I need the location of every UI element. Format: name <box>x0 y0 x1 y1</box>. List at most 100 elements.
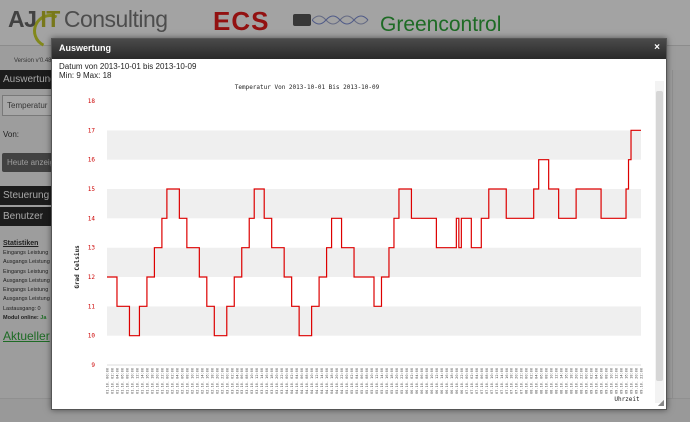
x-tick-label: 04.10. 08:00 <box>305 368 309 394</box>
grid-band <box>107 306 641 336</box>
resize-handle-icon[interactable]: ◢ <box>658 398 664 407</box>
chart-title: Temperatur Von 2013-10-01 Bis 2013-10-09 <box>235 84 380 91</box>
x-tick-label: 06.10. 02:00 <box>410 368 414 394</box>
x-tick-label: 02.10. 00:00 <box>165 368 169 394</box>
chart-svg: 9101112131415161718 01.10. 00:00 01.10. 0… <box>74 84 644 403</box>
x-tick-label: 08.10. 14:00 <box>560 368 564 394</box>
x-tick-label: 04.10. 22:00 <box>340 368 344 394</box>
x-tick-label: 03.10. 16:00 <box>265 368 269 394</box>
x-tick-label: 02.10. 08:00 <box>185 368 189 394</box>
x-tick-label: 09.10. 22:00 <box>640 368 644 394</box>
dialog-titlebar[interactable]: Auswertung × <box>52 39 666 59</box>
x-tick-label: 09.10. 18:00 <box>630 368 634 394</box>
x-tick-label: 04.10. 00:00 <box>285 368 289 394</box>
y-tick-label: 15 <box>88 186 96 193</box>
y-tick-label: 17 <box>88 127 96 134</box>
x-tick-label: 02.10. 04:00 <box>175 368 179 394</box>
temperature-chart: 9 10 11 12 13 14 15 16 17 18 01.10. 00:00 01.10. 0… <box>59 81 652 407</box>
x-tick-label: 06.10. 20:00 <box>455 368 459 394</box>
x-tick-label: 09.10. 12:00 <box>615 368 619 394</box>
x-tick-label: 03.10. 20:00 <box>275 368 279 394</box>
x-tick-label: 08.10. 18:00 <box>570 368 574 394</box>
dialog-scrollbar-thumb[interactable] <box>656 91 663 381</box>
chart-xlabel: Uhrzeit <box>614 396 640 403</box>
x-tick-label: 04.10. 14:00 <box>320 368 324 394</box>
x-tick-label: 06.10. 10:00 <box>430 368 434 394</box>
dialog-scrollbar[interactable] <box>655 81 664 403</box>
chart-ylabel: Grad Celsius <box>74 245 81 289</box>
x-tick-label: 05.10. 10:00 <box>370 368 374 394</box>
y-tick-label: 16 <box>88 157 96 164</box>
x-tick-label: 02.10. 22:00 <box>220 368 224 394</box>
x-tick-label: 05.10. 18:00 <box>390 368 394 394</box>
x-tick-label: 01.10. 14:00 <box>140 368 144 394</box>
x-tick-label: 09.10. 06:00 <box>600 368 604 394</box>
x-tick-label: 09.10. 16:00 <box>625 368 629 394</box>
x-tick-label: 04.10. 06:00 <box>300 368 304 394</box>
x-tick-label: 03.10. 18:00 <box>270 368 274 394</box>
x-tick-label: 04.10. 04:00 <box>295 368 299 394</box>
x-tick-label: 02.10. 12:00 <box>195 368 199 394</box>
x-tick-label: 09.10. 14:00 <box>620 368 624 394</box>
x-tick-label: 07.10. 00:00 <box>465 368 469 394</box>
x-tick-label: 08.10. 04:00 <box>535 368 539 394</box>
x-tick-label: 07.10. 04:00 <box>475 368 479 394</box>
x-tick-label: 09.10. 08:00 <box>605 368 609 394</box>
x-tick-label: 01.10. 08:00 <box>125 368 129 394</box>
x-tick-label: 03.10. 10:00 <box>250 368 254 394</box>
grid-band <box>107 247 641 277</box>
x-tick-label: 07.10. 14:00 <box>500 368 504 394</box>
x-tick-label: 03.10. 02:00 <box>230 368 234 394</box>
y-tick-label: 11 <box>88 303 96 310</box>
close-icon[interactable]: × <box>654 42 660 53</box>
x-tick-label: 01.10. 10:00 <box>130 368 134 394</box>
x-tick-label: 04.10. 18:00 <box>330 368 334 394</box>
x-tick-label: 07.10. 10:00 <box>490 368 494 394</box>
x-tick-label: 02.10. 14:00 <box>200 368 204 394</box>
min-max-text: Min: 9 Max: 18 <box>59 71 112 80</box>
x-tick-label: 08.10. 02:00 <box>530 368 534 394</box>
x-tick-label: 03.10. 14:00 <box>260 368 264 394</box>
x-tick-label: 03.10. 00:00 <box>225 368 229 394</box>
x-tick-label: 02.10. 18:00 <box>210 368 214 394</box>
x-tick-label: 07.10. 12:00 <box>495 368 499 394</box>
x-tick-label: 05.10. 20:00 <box>395 368 399 394</box>
x-tick-label: 07.10. 08:00 <box>485 368 489 394</box>
x-tick-label: 03.10. 22:00 <box>280 368 284 394</box>
x-tick-label: 06.10. 08:00 <box>425 368 429 394</box>
x-tick-label: 05.10. 04:00 <box>355 368 359 394</box>
x-tick-label: 01.10. 02:00 <box>110 368 114 394</box>
x-tick-label: 06.10. 00:00 <box>405 368 409 394</box>
x-tick-label: 05.10. 08:00 <box>365 368 369 394</box>
x-tick-label: 07.10. 02:00 <box>470 368 474 394</box>
x-tick-label: 04.10. 12:00 <box>315 368 319 394</box>
x-tick-label: 06.10. 04:00 <box>415 368 419 394</box>
grid-band <box>107 335 641 365</box>
grid-band <box>107 101 641 131</box>
x-tick-label: 03.10. 04:00 <box>235 368 239 394</box>
x-tick-label: 05.10. 02:00 <box>350 368 354 394</box>
x-tick-label: 05.10. 06:00 <box>360 368 364 394</box>
x-tick-label: 04.10. 16:00 <box>325 368 329 394</box>
x-tick-label: 06.10. 06:00 <box>420 368 424 394</box>
x-tick-label: 08.10. 06:00 <box>540 368 544 394</box>
y-tick-label: 10 <box>88 333 96 340</box>
x-tick-label: 01.10. 06:00 <box>120 368 124 394</box>
x-tick-label: 04.10. 10:00 <box>310 368 314 394</box>
x-tick-label: 02.10. 20:00 <box>215 368 219 394</box>
x-tick-label: 01.10. 04:00 <box>115 368 119 394</box>
x-tick-label: 09.10. 04:00 <box>595 368 599 394</box>
date-range-text: Datum von 2013-10-01 bis 2013-10-09 <box>59 62 197 71</box>
x-tick-label: 03.10. 12:00 <box>255 368 259 394</box>
x-tick-label: 02.10. 16:00 <box>205 368 209 394</box>
x-tick-label: 01.10. 16:00 <box>145 368 149 394</box>
x-tick-label: 06.10. 18:00 <box>450 368 454 394</box>
x-tick-label: 02.10. 02:00 <box>170 368 174 394</box>
grid-band <box>107 189 641 219</box>
x-tick-label: 05.10. 16:00 <box>385 368 389 394</box>
x-tick-label: 02.10. 06:00 <box>180 368 184 394</box>
x-tick-label: 05.10. 00:00 <box>345 368 349 394</box>
x-tick-label: 01.10. 18:00 <box>150 368 154 394</box>
y-tick-label: 14 <box>88 215 96 222</box>
x-tick-label: 08.10. 20:00 <box>575 368 579 394</box>
